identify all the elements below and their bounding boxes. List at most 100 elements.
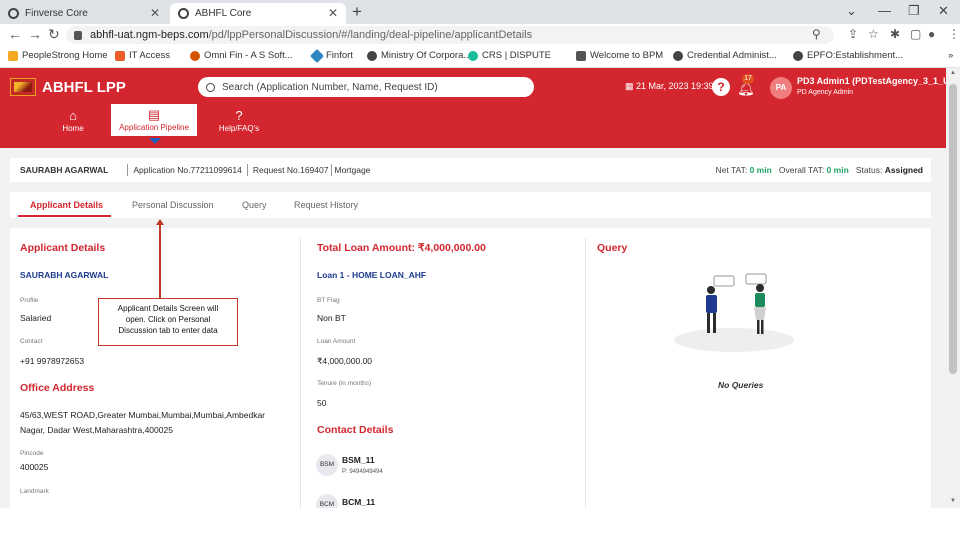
avatar[interactable]: PA bbox=[770, 77, 792, 99]
contact-details-heading: Contact Details bbox=[317, 424, 394, 436]
applicant-full-name: SAURABH AGARWAL bbox=[20, 270, 109, 280]
nav-help-faq[interactable]: ? Help/FAQ's bbox=[214, 108, 264, 140]
scroll-up-icon[interactable]: ▲ bbox=[950, 70, 956, 76]
window-close-icon[interactable]: ✕ bbox=[938, 3, 949, 19]
active-tab-underline bbox=[18, 215, 111, 217]
nav-application-pipeline[interactable]: ▤ Application Pipeline bbox=[111, 104, 197, 136]
sidepanel-icon[interactable]: ▢ bbox=[910, 27, 921, 41]
chevron-down-icon[interactable]: ⌄ bbox=[846, 3, 857, 19]
star-icon[interactable]: ☆ bbox=[868, 27, 879, 41]
tat-status: Net TAT: 0 min Overall TAT: 0 min Status… bbox=[715, 165, 923, 175]
extensions-icon[interactable]: ✱ bbox=[890, 27, 900, 41]
profile-icon[interactable]: ● bbox=[928, 27, 935, 41]
app-header: ABHFL LPP Search (Application Number, Na… bbox=[0, 68, 960, 148]
peoplestrong-icon bbox=[8, 50, 18, 61]
loan-amount-label: Loan Amount bbox=[317, 338, 356, 345]
user-role: PD Agency Admin bbox=[797, 89, 854, 96]
pincode-value: 400025 bbox=[20, 462, 49, 472]
bookmark-peoplestrong[interactable]: PeopleStrong Home bbox=[8, 50, 108, 61]
it-access-icon bbox=[115, 50, 125, 61]
office-address-line1: 45/63,WEST ROAD,Greater Mumbai,Mumbai,Mu… bbox=[20, 410, 266, 420]
help-faq-icon: ? bbox=[235, 108, 243, 123]
restore-icon[interactable]: ❐ bbox=[908, 3, 920, 19]
profile-value: Salaried bbox=[20, 313, 52, 323]
browser-tab-title: Finverse Core bbox=[25, 8, 88, 19]
browser-tab-strip: Finverse Core ✕ ABHFL Core ✕ + ⌄ — ❐ ✕ bbox=[0, 0, 960, 24]
finfort-icon bbox=[309, 48, 325, 63]
brand-name: ABHFL LPP bbox=[42, 79, 126, 96]
annotation-arrow-line bbox=[159, 223, 161, 298]
bookmark-omnifin[interactable]: Omni Fin - A S Soft... bbox=[190, 50, 293, 61]
tab-request-history[interactable]: Request History bbox=[294, 200, 358, 210]
bookmark-bpm[interactable]: Welcome to BPM bbox=[576, 50, 663, 61]
tenure-value: 50 bbox=[317, 398, 327, 408]
globe-icon bbox=[8, 8, 19, 19]
browser-tab-abhfl[interactable]: ABHFL Core ✕ bbox=[170, 3, 346, 24]
search-placeholder: Search (Application Number, Name, Reques… bbox=[222, 81, 438, 93]
omnifin-icon bbox=[190, 50, 200, 61]
nav-help-label: Help/FAQ's bbox=[218, 124, 260, 133]
address-bar-row: ← → ↻ abhfl-uat.ngm-beps.com/pd/lppPerso… bbox=[0, 24, 960, 46]
tab-query[interactable]: Query bbox=[242, 200, 267, 210]
divider bbox=[246, 164, 248, 176]
tab-personal-discussion[interactable]: Personal Discussion bbox=[132, 200, 214, 210]
bpm-icon bbox=[576, 50, 586, 61]
bookmark-finfort[interactable]: Finfort bbox=[309, 48, 353, 63]
back-arrow-icon[interactable]: ← bbox=[8, 26, 22, 42]
application-number: Application No.77211099614 bbox=[133, 165, 242, 175]
user-name[interactable]: PD3 Admin1 (PDTestAgency_3_1_User_ bbox=[797, 76, 960, 86]
globe-icon bbox=[673, 50, 683, 61]
more-bookmarks-icon[interactable]: » bbox=[948, 50, 953, 61]
globe-icon bbox=[793, 50, 803, 61]
search-input[interactable]: Search (Application Number, Name, Reques… bbox=[198, 77, 534, 97]
bookmark-ministry[interactable]: Ministry Of Corpora... bbox=[367, 50, 471, 61]
overall-tat-value: 0 min bbox=[826, 165, 849, 175]
office-address-line2: Nagar, Dadar West,Maharashtra,400025 bbox=[20, 425, 173, 435]
no-queries-text: No Queries bbox=[718, 380, 764, 390]
bt-flag-value: Non BT bbox=[317, 313, 346, 323]
zoom-icon[interactable]: ⚲ bbox=[812, 27, 821, 41]
bookmark-credential[interactable]: Credential Administ... bbox=[673, 50, 777, 61]
applicant-details-heading: Applicant Details bbox=[20, 242, 106, 254]
minimize-icon[interactable]: — bbox=[878, 3, 891, 18]
bookmarks-bar: PeopleStrong Home IT Access Omni Fin - A… bbox=[0, 46, 960, 68]
notification-badge: 17 bbox=[742, 74, 754, 84]
detail-tabs: Applicant Details Personal Discussion Qu… bbox=[10, 192, 931, 218]
bsm-avatar: BSM bbox=[316, 454, 338, 476]
url-field[interactable]: abhfl-uat.ngm-beps.com/pd/lppPersonalDis… bbox=[66, 26, 834, 44]
close-icon[interactable]: ✕ bbox=[150, 6, 160, 20]
menu-icon[interactable]: ⋮ bbox=[948, 27, 960, 41]
reload-icon[interactable]: ↻ bbox=[48, 26, 60, 43]
page-bottom-band bbox=[0, 508, 960, 540]
application-info-bar: SAURABH AGARWAL Application No.772110996… bbox=[10, 158, 931, 182]
scroll-down-icon[interactable]: ▼ bbox=[950, 498, 956, 504]
help-icon[interactable]: ? bbox=[712, 78, 730, 96]
nav-home[interactable]: ⌂ Home bbox=[58, 108, 88, 140]
share-icon[interactable]: ⇪ bbox=[848, 27, 858, 41]
contact-label: Contact bbox=[20, 338, 43, 345]
header-datetime: ▦ 21 Mar, 2023 19:39 bbox=[625, 81, 714, 91]
home-icon: ⌂ bbox=[69, 108, 77, 123]
request-number: Request No.169407 bbox=[252, 165, 329, 175]
nav-pipeline-label: Application Pipeline bbox=[119, 123, 189, 132]
scrollbar-thumb[interactable] bbox=[949, 84, 957, 374]
crs-icon bbox=[468, 50, 478, 61]
bookmark-it-access[interactable]: IT Access bbox=[115, 50, 170, 61]
no-queries-illustration bbox=[674, 273, 794, 352]
product-name: Mortgage bbox=[334, 165, 371, 175]
bookmark-crs-dispute[interactable]: CRS | DISPUTE bbox=[468, 50, 551, 61]
browser-tab-title: ABHFL Core bbox=[195, 8, 252, 19]
forward-arrow-icon[interactable]: → bbox=[28, 26, 42, 42]
applicant-name: SAURABH AGARWAL bbox=[20, 165, 109, 175]
globe-icon bbox=[178, 8, 189, 19]
bookmark-epfo[interactable]: EPFO:Establishment... bbox=[793, 50, 903, 61]
column-divider bbox=[300, 238, 301, 540]
bsm-phone: P: 9494949494 bbox=[342, 469, 383, 475]
active-nav-pointer bbox=[149, 138, 161, 144]
abhfl-logo bbox=[10, 78, 36, 96]
new-tab-button[interactable]: + bbox=[352, 2, 362, 22]
browser-tab-finverse[interactable]: Finverse Core ✕ bbox=[0, 3, 168, 24]
bt-flag-label: BT Flag bbox=[317, 297, 340, 304]
close-icon[interactable]: ✕ bbox=[328, 6, 338, 20]
tab-applicant-details[interactable]: Applicant Details bbox=[30, 200, 103, 210]
